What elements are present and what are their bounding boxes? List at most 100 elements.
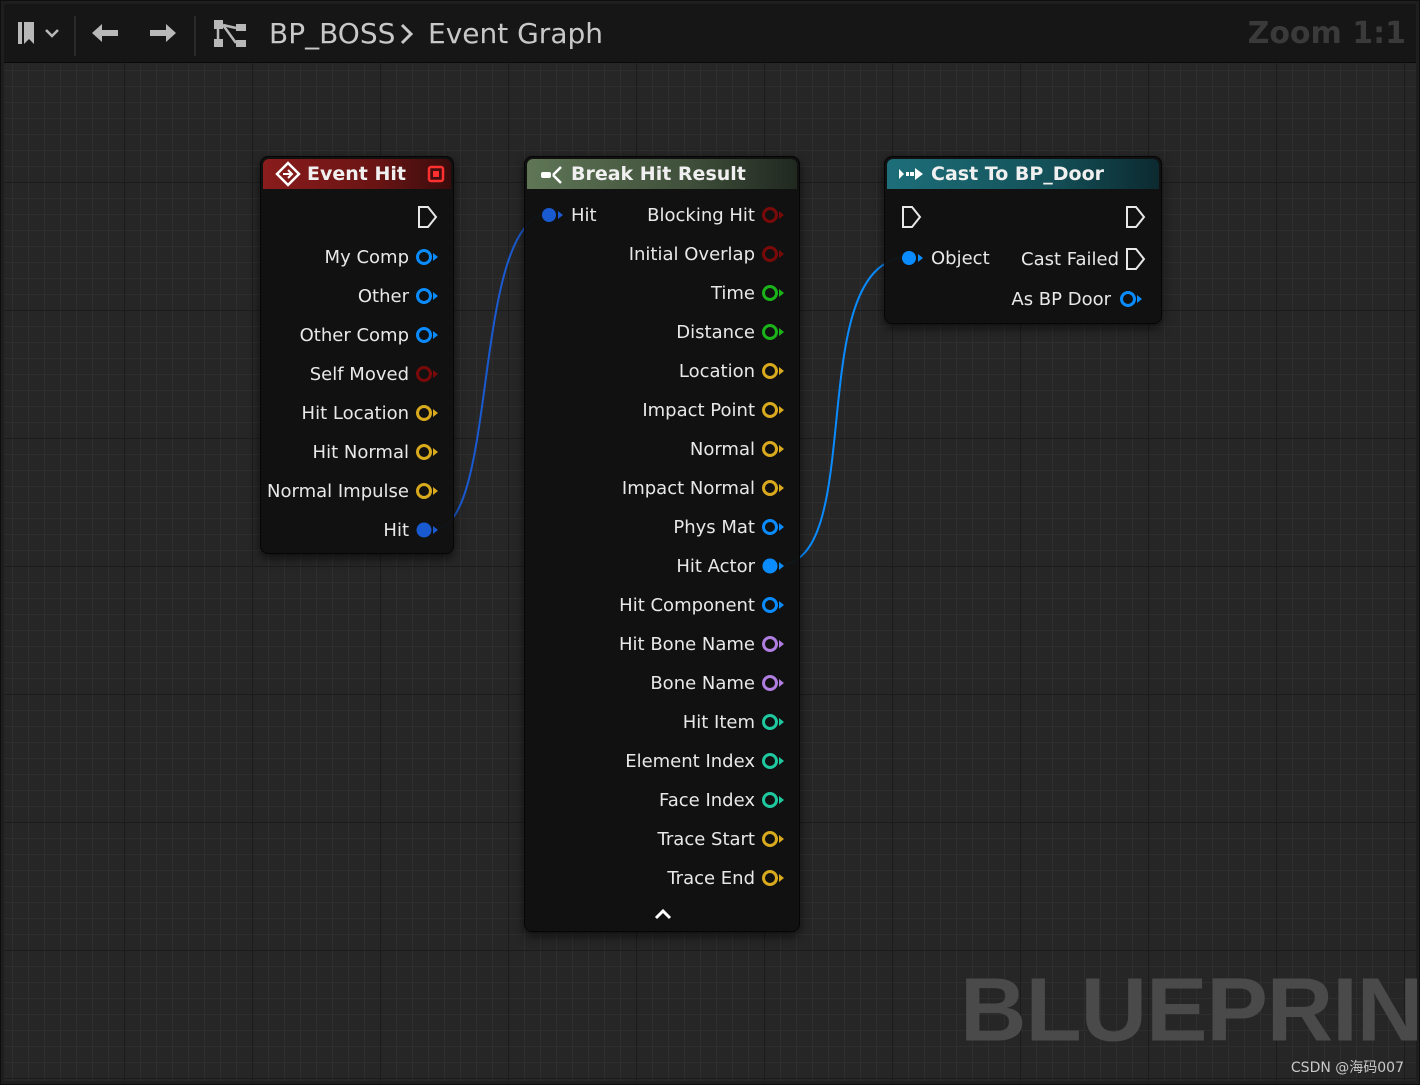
breadcrumb-graph[interactable]: Event Graph bbox=[428, 17, 603, 50]
object-pin-icon bbox=[1120, 291, 1142, 307]
arrow-right-icon bbox=[150, 24, 176, 42]
pin-label: Phys Mat bbox=[673, 516, 755, 538]
output-pin-location[interactable]: Location bbox=[679, 358, 785, 384]
breadcrumb-blueprint[interactable]: BP_BOSS bbox=[269, 17, 395, 50]
pin-label: Distance bbox=[676, 321, 755, 343]
pin-icon bbox=[762, 324, 784, 340]
output-pin-face-index[interactable]: Face Index bbox=[659, 787, 785, 813]
break-struct-icon bbox=[541, 166, 562, 184]
input-pin-object[interactable]: Object bbox=[899, 245, 990, 271]
chevron-down-icon bbox=[45, 29, 59, 38]
output-pin-hit-actor[interactable]: Hit Actor bbox=[676, 553, 785, 579]
output-pin-cast-failed[interactable]: Cast Failed bbox=[1021, 246, 1119, 272]
pin-icon bbox=[762, 792, 784, 808]
pin-icon bbox=[762, 597, 784, 613]
chevron-right-icon bbox=[396, 22, 416, 46]
output-pin-bone-name[interactable]: Bone Name bbox=[650, 670, 785, 696]
event-hit-node[interactable]: Event Hit My Comp Other Other Comp Self Mov… bbox=[260, 156, 454, 554]
pin-icon bbox=[762, 714, 784, 730]
node-title: Cast To BP_Door bbox=[931, 163, 1105, 185]
output-pin-as-bp-door[interactable]: As BP Door bbox=[1011, 286, 1143, 312]
node-title: Break Hit Result bbox=[571, 163, 746, 185]
node-header[interactable]: Event Hit bbox=[263, 159, 451, 189]
graph-icon bbox=[210, 16, 250, 50]
input-pin-hit[interactable]: Hit bbox=[539, 202, 597, 228]
pin-icon bbox=[416, 483, 438, 499]
output-pin-time[interactable]: Time bbox=[711, 280, 785, 306]
output-pin-other-comp[interactable]: Other Comp bbox=[300, 322, 439, 348]
object-pin-icon bbox=[902, 251, 923, 265]
pin-label: Bone Name bbox=[650, 672, 755, 694]
pin-icon bbox=[762, 285, 784, 301]
pin-icon bbox=[762, 363, 784, 379]
collapse-chevron-icon[interactable] bbox=[653, 907, 673, 921]
output-pin-normal[interactable]: Normal bbox=[690, 436, 785, 462]
blueprint-watermark: BLUEPRINT bbox=[960, 960, 1420, 1060]
pin-icon bbox=[762, 519, 784, 535]
pin-icon bbox=[762, 831, 784, 847]
output-pin-element-index[interactable]: Element Index bbox=[625, 748, 785, 774]
pin-label: Hit Actor bbox=[676, 555, 755, 577]
output-pin-other[interactable]: Other bbox=[358, 283, 439, 309]
output-pin-my-comp[interactable]: My Comp bbox=[325, 244, 439, 270]
pin-label: Impact Point bbox=[642, 399, 755, 421]
pin-label: Object bbox=[931, 247, 990, 269]
pin-label: Element Index bbox=[625, 750, 755, 772]
pin-icon bbox=[762, 402, 784, 418]
pin-icon bbox=[416, 249, 438, 265]
output-pin-hit-location[interactable]: Hit Location bbox=[302, 400, 439, 426]
output-pin-hit[interactable]: Hit bbox=[383, 517, 439, 543]
exec-input-pin[interactable] bbox=[900, 205, 922, 229]
output-pin-trace-end[interactable]: Trace End bbox=[667, 865, 785, 891]
output-pin-self-moved[interactable]: Self Moved bbox=[310, 361, 439, 387]
pin-label: Self Moved bbox=[309, 363, 409, 385]
pin-label: Initial Overlap bbox=[628, 243, 755, 265]
arrow-left-icon bbox=[92, 24, 118, 42]
pin-label: Cast Failed bbox=[1021, 248, 1119, 270]
pin-label: Location bbox=[678, 360, 755, 382]
output-pin-impact-normal[interactable]: Impact Normal bbox=[622, 475, 785, 501]
output-pin-hit-bone-name[interactable]: Hit Bone Name bbox=[619, 631, 785, 657]
output-pin-impact-point[interactable]: Impact Point bbox=[642, 397, 785, 423]
pin-label: Trace Start bbox=[657, 828, 755, 850]
pin-icon bbox=[762, 753, 784, 769]
pin-label: Hit Component bbox=[619, 594, 755, 616]
output-pin-distance[interactable]: Distance bbox=[676, 319, 785, 345]
pin-icon bbox=[416, 444, 438, 460]
output-pin-hit-normal[interactable]: Hit Normal bbox=[313, 439, 439, 465]
output-pin-normal-impulse[interactable]: Normal Impulse bbox=[267, 478, 439, 504]
break-hit-result-node[interactable]: Break Hit Result Hit Blocking Hit Initial… bbox=[524, 156, 800, 932]
bookmark-dropdown-button[interactable] bbox=[14, 18, 60, 48]
output-pin-trace-start[interactable]: Trace Start bbox=[658, 826, 785, 852]
pin-icon bbox=[762, 441, 784, 457]
zoom-level: Zoom 1:1 bbox=[1247, 16, 1406, 51]
output-pin-hit-item[interactable]: Hit Item bbox=[683, 709, 785, 735]
pin-label: Impact Normal bbox=[621, 477, 755, 499]
pin-label: Hit Bone Name bbox=[619, 633, 755, 655]
exec-failed-pin[interactable] bbox=[1124, 247, 1146, 271]
node-header[interactable]: Cast To BP_Door bbox=[887, 159, 1159, 189]
delegate-pin-icon[interactable] bbox=[427, 165, 445, 183]
exec-output-pin[interactable] bbox=[1124, 205, 1146, 229]
forward-button[interactable] bbox=[146, 18, 180, 48]
node-header[interactable]: Break Hit Result bbox=[527, 159, 797, 189]
exec-output-pin[interactable] bbox=[416, 205, 438, 229]
output-pin-phys-mat[interactable]: Phys Mat bbox=[673, 514, 785, 540]
pin-icon bbox=[762, 246, 784, 262]
back-button[interactable] bbox=[88, 18, 122, 48]
output-pin-initial-overlap[interactable]: Initial Overlap bbox=[629, 241, 785, 267]
pin-label: Normal bbox=[689, 438, 755, 460]
output-pin-blocking-hit[interactable]: Blocking Hit bbox=[647, 202, 785, 228]
output-pin-hit-component[interactable]: Hit Component bbox=[619, 592, 785, 618]
pin-label: Hit Item bbox=[682, 711, 755, 733]
pin-icon bbox=[762, 480, 784, 496]
pin-icon bbox=[416, 522, 438, 538]
pin-icon bbox=[762, 636, 784, 652]
cast-to-bp-door-node[interactable]: Cast To BP_Door Object Cast Failed As BP… bbox=[884, 156, 1162, 324]
struct-pin-icon bbox=[542, 208, 563, 222]
pin-label: Face Index bbox=[659, 789, 755, 811]
toolbar-separator bbox=[194, 16, 196, 56]
pin-icon bbox=[416, 288, 438, 304]
pin-icon bbox=[416, 327, 438, 343]
pin-label: My Comp bbox=[324, 246, 409, 268]
